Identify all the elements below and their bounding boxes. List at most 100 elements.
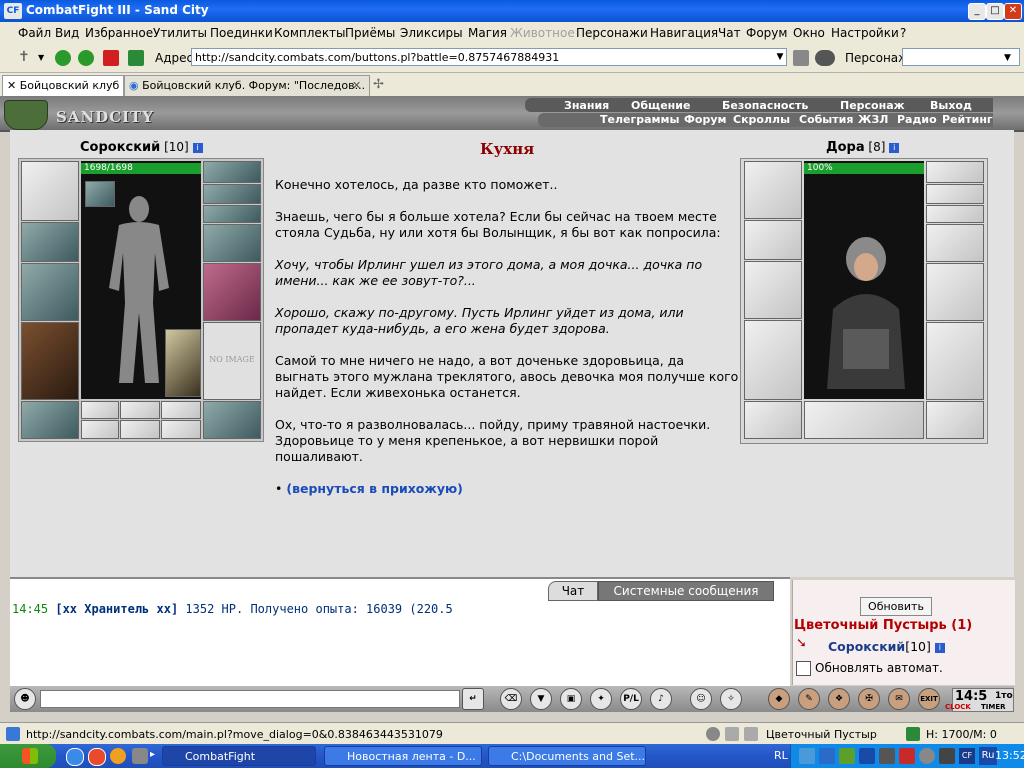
boots-slot[interactable] [926,401,984,439]
fight-icon[interactable]: ✦ [590,688,612,710]
leggings-slot[interactable] [926,322,984,400]
info-icon[interactable]: i [192,142,203,153]
nav-radio[interactable]: Радио [897,113,937,126]
rings-slot[interactable] [203,205,261,223]
tray-icon[interactable] [879,748,895,764]
tray-icon[interactable] [839,748,855,764]
chat-input[interactable] [40,690,460,708]
refresh-icon[interactable] [128,50,144,66]
antivirus-icon[interactable] [899,748,915,764]
amulet-slot[interactable] [926,161,984,183]
nav-zhzl[interactable]: ЖЗЛ [858,113,888,126]
chat-sender[interactable]: [xx Хранитель xx] [55,602,178,616]
smiley-icon[interactable]: ☺ [690,688,712,710]
nav-events[interactable]: События [799,113,853,126]
armor-slot[interactable] [21,322,79,400]
mail-icon[interactable]: ✉ [888,688,910,710]
earrings-slot[interactable] [926,184,984,204]
menu-favorites[interactable]: Избранное [85,26,153,40]
language-indicator[interactable]: RL [774,749,788,762]
menu-navigation[interactable]: Навигация [650,26,718,40]
tab-forum[interactable]: ◉ Бойцовский клуб. Форум: "Последов... [124,75,370,96]
amulet-slot[interactable] [203,161,261,183]
menu-techniques[interactable]: Приёмы [345,26,395,40]
spell-slot[interactable] [120,420,160,439]
earrings-slot[interactable] [203,184,261,204]
head-icon[interactable]: ☻ [14,688,36,710]
quicklaunch-chevron-icon[interactable]: ▸ [150,749,155,760]
auto-refresh-checkbox[interactable] [796,661,811,676]
nav-communication[interactable]: Общение [631,99,690,112]
eraser-icon[interactable]: ⌫ [500,688,522,710]
player-link[interactable]: Сорокский [828,639,905,654]
spell-slot[interactable] [161,420,201,439]
menu-duels[interactable]: Поединки [210,26,273,40]
app-icon[interactable] [132,748,148,764]
clan-icon[interactable]: ✠ [858,688,880,710]
notes-icon[interactable] [725,727,739,741]
emblem-icon[interactable]: ✧ [720,688,742,710]
tray-icon[interactable] [819,748,835,764]
menu-help[interactable]: ? [900,26,906,40]
refresh-button[interactable]: Обновить [860,597,932,616]
back-icon[interactable] [55,50,71,66]
info-icon[interactable]: i [934,642,945,653]
nav-character[interactable]: Персонаж [840,99,905,112]
close-button[interactable]: ✕ [1004,3,1022,20]
combatfight-tray-icon[interactable]: CF [959,748,975,764]
spells-slot[interactable] [804,401,924,439]
save-icon[interactable]: ▣ [560,688,582,710]
map-icon[interactable]: ✎ [798,688,820,710]
menu-chat[interactable]: Чат [718,26,741,40]
gloves-slot[interactable] [203,224,261,262]
menu-window[interactable]: Окно [793,26,825,40]
armor-slot[interactable] [744,320,802,400]
menu-sets[interactable]: Комплекты [274,26,346,40]
forward-icon[interactable] [78,50,94,66]
menu-utilities[interactable]: Утилиты [153,26,207,40]
nav-scrolls[interactable]: Скроллы [733,113,790,126]
users-icon[interactable] [815,50,835,66]
npc-name[interactable]: Дора [826,140,865,155]
rings-slot[interactable] [926,205,984,223]
map-icon[interactable] [744,727,758,741]
character-select[interactable] [902,48,1020,66]
menu-forum[interactable]: Форум [746,26,787,40]
arrow-icon[interactable]: ➘ [796,636,807,651]
boots-slot[interactable] [203,401,261,439]
tray-icon[interactable] [939,748,955,764]
ie-icon[interactable] [66,748,84,766]
spell-slot[interactable] [161,401,201,419]
skills-icon[interactable]: ❖ [828,688,850,710]
inventory-icon[interactable]: ◆ [768,688,790,710]
spell-slot[interactable] [120,401,160,419]
belt-slot[interactable] [21,401,79,439]
nav-security[interactable]: Безопасность [722,99,808,112]
address-input[interactable]: http://sandcity.combats.com/buttons.pl?b… [191,48,787,66]
clock-icon[interactable] [706,727,720,741]
info-icon[interactable]: i [889,142,900,153]
auto-refresh[interactable]: Обновлять автомат. [796,661,943,676]
chrome-icon[interactable] [88,748,106,766]
nav-rating[interactable]: Рейтинг [942,113,993,126]
cross-icon[interactable]: ✝ [18,49,30,65]
offhand-slot[interactable] [203,263,261,321]
new-tab-icon[interactable]: ✢ [373,77,384,92]
pet-slot[interactable] [165,329,201,397]
menu-elixirs[interactable]: Эликсиры [400,26,463,40]
ring-slot[interactable] [85,181,115,207]
maximize-button[interactable]: □ [986,3,1004,20]
tab-chat[interactable]: Чат [548,581,598,601]
menu-magic[interactable]: Магия [468,26,507,40]
dropdown-arrow-icon[interactable]: ▼ [38,53,44,62]
nav-telegrams[interactable]: Телеграммы [600,113,679,126]
character-dropdown-icon[interactable]: ▼ [1004,53,1011,63]
sound-icon[interactable]: ♪ [650,688,672,710]
filter-icon[interactable]: ▼ [530,688,552,710]
bracers-slot[interactable] [744,220,802,260]
go-icon[interactable] [793,50,809,66]
helmet-slot[interactable] [744,161,802,219]
weapon-slot[interactable] [744,261,802,319]
menu-file[interactable]: Файл [18,26,51,40]
send-icon[interactable]: ↵ [462,688,484,710]
